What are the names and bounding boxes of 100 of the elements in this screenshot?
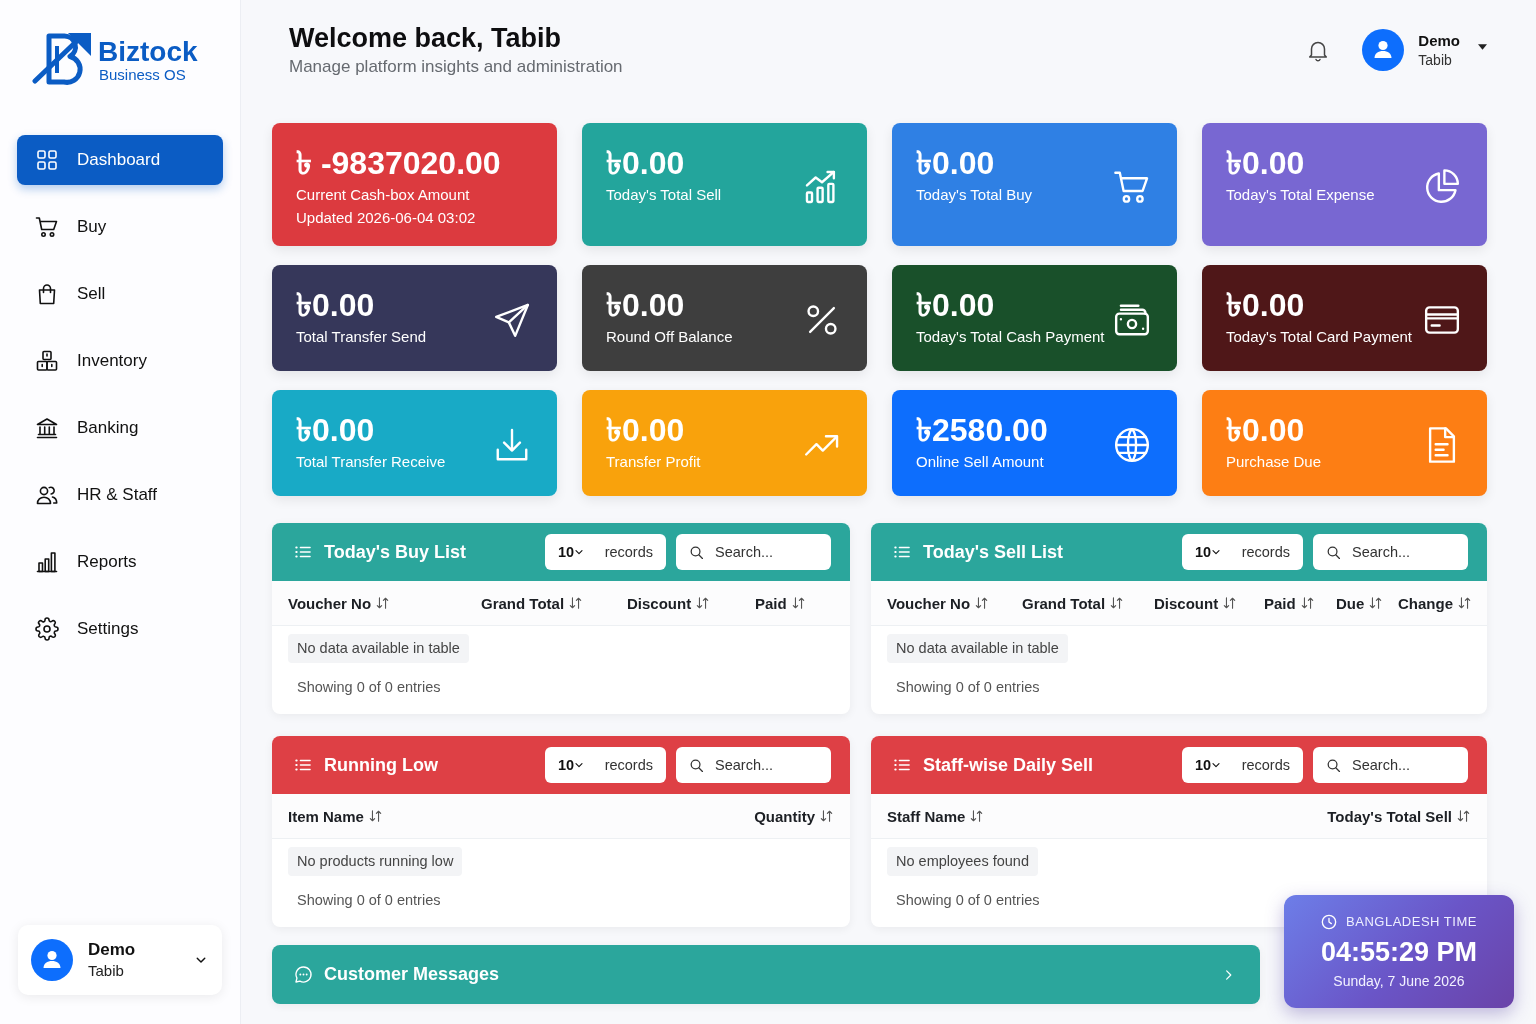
clock-time: 04:55:29 PM [1320, 935, 1478, 969]
page-size-select[interactable]: 10 records [1182, 747, 1303, 783]
column-header[interactable]: Voucher No [887, 594, 989, 612]
sort-icon [1300, 596, 1314, 610]
empty-message: No products running low [288, 847, 463, 876]
sort-icon [970, 809, 984, 823]
stat-note: Updated 2026-06-04 03:02 [296, 208, 476, 228]
stat-amount: ৳0.00 [1226, 287, 1305, 323]
column-header[interactable]: Paid [755, 594, 805, 612]
stat-label: Transfer Profit [606, 452, 701, 472]
stat-amount: ৳2580.00 [916, 412, 1048, 448]
stat-label: Today's Total Card Payment [1226, 327, 1412, 347]
stat-amount: ৳0.00 [916, 287, 995, 323]
avatar-icon [31, 939, 73, 981]
sort-icon [975, 596, 989, 610]
nav-item[interactable]: Dashboard [17, 135, 223, 185]
stat-amount: ৳0.00 [916, 145, 995, 181]
stat-label: Total Transfer Receive [296, 452, 446, 472]
avatar-icon[interactable] [1362, 29, 1405, 71]
search-field[interactable]: Search... [676, 747, 831, 783]
stat-label: Total Transfer Send [296, 327, 427, 347]
column-header[interactable]: Due [1336, 594, 1383, 612]
search-icon [1326, 544, 1341, 560]
page-size-select[interactable]: 10 records [545, 534, 666, 570]
nav-item[interactable]: Reports [17, 537, 223, 587]
empty-message: No employees found [887, 847, 1038, 876]
nav-item[interactable]: Buy [17, 202, 223, 252]
stat-label: Current Cash-box Amount [296, 185, 470, 205]
stat-amount: ৳0.00 [296, 287, 375, 323]
empty-message: No data available in table [887, 634, 1068, 663]
grid-icon [35, 148, 59, 172]
panel-title: Today's Buy List [324, 541, 466, 563]
column-header[interactable]: Discount [627, 594, 710, 612]
page-subtitle: Manage platform insights and administration [289, 56, 623, 78]
nav-item[interactable]: HR & Staff [17, 470, 223, 520]
chevron-right-icon [1223, 967, 1234, 982]
chevron-down-icon [1212, 761, 1221, 769]
user-role: Tabib [1418, 50, 1452, 70]
stat-label: Purchase Due [1226, 452, 1322, 472]
nav-item[interactable]: Banking [17, 403, 223, 453]
column-header[interactable]: Item Name [288, 807, 382, 825]
brand-tagline: Business OS [99, 67, 187, 83]
search-field[interactable]: Search... [1313, 747, 1468, 783]
column-header[interactable]: Change [1398, 594, 1471, 612]
search-field[interactable]: Search... [676, 534, 831, 570]
stat-amount: ৳ -9837020.00 [296, 145, 501, 181]
stat-label: Online Sell Amount [916, 452, 1044, 472]
sort-icon [1457, 809, 1470, 823]
entries-info: Showing 0 of 0 entries [896, 679, 1040, 695]
search-field[interactable]: Search... [1313, 534, 1468, 570]
stat-amount: ৳0.00 [606, 145, 685, 181]
stat-amount: ৳0.00 [606, 287, 685, 323]
stat-amount: ৳0.00 [606, 412, 685, 448]
sort-icon [820, 809, 833, 823]
caret-icon[interactable] [1478, 44, 1487, 50]
sort-icon [569, 596, 583, 610]
entries-info: Showing 0 of 0 entries [297, 679, 441, 695]
column-header[interactable]: Discount [1154, 594, 1237, 612]
chevron-down-icon [575, 761, 584, 769]
column-header[interactable]: Grand Total [481, 594, 583, 612]
nav-item[interactable]: Sell [17, 269, 223, 319]
search-icon [689, 757, 704, 773]
stat-label: Today's Total Cash Payment [916, 327, 1105, 347]
search-icon [689, 544, 704, 560]
brand-name: Biztock [98, 37, 198, 67]
globe-icon [1113, 426, 1151, 464]
stat-amount: ৳0.00 [1226, 145, 1305, 181]
sort-icon [696, 596, 710, 610]
settings-icon [35, 617, 59, 641]
sort-icon [1458, 596, 1471, 610]
user-card[interactable]: Demo Tabib [18, 925, 222, 995]
pie-chart-icon [1423, 167, 1461, 206]
users-icon [35, 483, 59, 507]
sort-icon [376, 596, 390, 610]
entries-info: Showing 0 of 0 entries [896, 892, 1040, 908]
chevron-down-icon [196, 955, 206, 965]
panel-title: Running Low [324, 754, 438, 776]
column-header[interactable]: Staff Name [887, 807, 984, 825]
stat-label: Today's Total Sell [606, 185, 722, 205]
clock-label: BANGLADESH TIME [1346, 914, 1477, 929]
nav-item[interactable]: Settings [17, 604, 223, 654]
chevron-down-icon [575, 548, 584, 556]
column-header[interactable]: Today's Total Sell [1327, 807, 1470, 825]
bank-icon [35, 416, 59, 440]
page-size-select[interactable]: 10 records [1182, 534, 1303, 570]
column-header[interactable]: Voucher No [288, 594, 390, 612]
page-size-select[interactable]: 10 records [545, 747, 666, 783]
stat-label: Round Off Balance [606, 327, 733, 347]
stat-amount: ৳0.00 [296, 412, 375, 448]
panel-title: Today's Sell List [923, 541, 1063, 563]
chat-icon [294, 965, 313, 984]
column-header[interactable]: Quantity [754, 807, 833, 825]
nav-item[interactable]: Inventory [17, 336, 223, 386]
stat-amount: ৳0.00 [1226, 412, 1305, 448]
clock-icon [1321, 913, 1338, 930]
sort-icon [1223, 596, 1237, 610]
panel-title: Staff-wise Daily Sell [923, 754, 1094, 776]
column-header[interactable]: Paid [1264, 594, 1314, 612]
user-role: Tabib [88, 961, 124, 981]
column-header[interactable]: Grand Total [1022, 594, 1124, 612]
